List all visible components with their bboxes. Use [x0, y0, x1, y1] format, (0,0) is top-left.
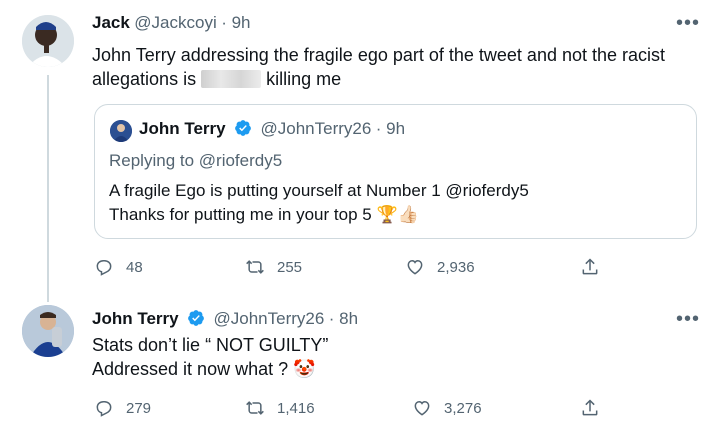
quoted-tweet[interactable]: John Terry @JohnTerry26 · 9h Replying to…: [94, 104, 697, 239]
avatar-john-terry[interactable]: [22, 305, 74, 357]
reply-icon: [96, 260, 112, 276]
tweet-text-fragment: Addressed it now what ?: [92, 359, 289, 379]
avatar-image: [22, 305, 74, 357]
tweet-text-line: Addressed it now what ? 🤡: [92, 357, 328, 381]
tweet-text-fragment: allegations is: [92, 69, 197, 89]
like-count: 2,936: [437, 258, 475, 276]
like-button[interactable]: 2,936: [405, 257, 475, 277]
like-icon: [407, 259, 423, 275]
tweet-text-fragment: killing me: [266, 69, 342, 89]
verified-icon: [188, 310, 204, 326]
verified-icon: [235, 120, 251, 136]
quoted-text-line: Thanks for putting me in your top 5 🏆👍🏻: [109, 203, 529, 227]
avatar-image: [22, 15, 74, 67]
share-icon: [582, 399, 598, 416]
share-button[interactable]: [580, 257, 600, 277]
reply-icon: [96, 401, 112, 417]
quoted-header: John Terry @JohnTerry26 · 9h: [139, 119, 405, 139]
quoted-avatar: [110, 120, 132, 142]
tweet1-header: Jack @Jackcoyi · 9h: [92, 13, 250, 33]
quoted-time: · 9h: [375, 119, 406, 138]
author-handle[interactable]: @Jackcoyi: [134, 13, 216, 32]
tweet2-text: Stats don’t lie “ NOT GUILTY” Addressed …: [92, 333, 328, 381]
more-icon[interactable]: •••: [676, 12, 700, 35]
tweet-text-line: John Terry addressing the fragile ego pa…: [92, 45, 666, 65]
author-handle[interactable]: @JohnTerry26: [214, 309, 325, 328]
retweet-count: 255: [277, 258, 303, 276]
tweet2-header: John Terry @JohnTerry26 · 8h: [92, 309, 358, 329]
tweet-time[interactable]: · 8h: [329, 309, 358, 328]
like-icon: [414, 400, 430, 416]
retweet-count: 1,416: [277, 399, 315, 417]
retweet-button[interactable]: 255: [245, 257, 302, 277]
replying-to[interactable]: Replying to @rioferdy5: [109, 151, 282, 171]
tweet1-text: John Terry addressing the fragile ego pa…: [92, 43, 692, 91]
reply-count: 279: [126, 399, 152, 417]
retweet-icon: [246, 260, 264, 274]
reply-count: 48: [126, 258, 143, 276]
quoted-author-name: John Terry: [139, 119, 226, 138]
like-button[interactable]: 3,276: [412, 398, 482, 418]
quoted-text-fragment: Thanks for putting me in your top 5: [109, 205, 372, 224]
tweet-text-line: Stats don’t lie “ NOT GUILTY”: [92, 335, 329, 355]
trophy-thumbsup-emoji: 🏆👍🏻: [376, 205, 419, 224]
retweet-button[interactable]: 1,416: [245, 398, 315, 418]
avatar-jack[interactable]: [22, 15, 74, 67]
author-name[interactable]: John Terry: [92, 309, 179, 328]
more-icon[interactable]: •••: [676, 308, 700, 331]
quoted-text-line: A fragile Ego is putting yourself at Num…: [109, 181, 529, 200]
tweet-time[interactable]: · 9h: [221, 13, 250, 32]
share-button[interactable]: [580, 398, 600, 418]
quoted-author-handle: @JohnTerry26: [260, 119, 372, 138]
like-count: 3,276: [444, 399, 482, 417]
reply-button[interactable]: 48: [94, 257, 143, 277]
clown-emoji: 🤡: [293, 359, 316, 379]
blurred-word: [201, 70, 262, 88]
reply-button[interactable]: 279: [94, 398, 151, 418]
share-icon: [582, 258, 598, 275]
quoted-text: A fragile Ego is putting yourself at Num…: [109, 179, 529, 227]
retweet-icon: [246, 401, 264, 415]
thread-line: [47, 75, 49, 302]
author-name[interactable]: Jack: [92, 13, 130, 32]
tweet-text-line: allegations is killing me: [92, 67, 692, 91]
